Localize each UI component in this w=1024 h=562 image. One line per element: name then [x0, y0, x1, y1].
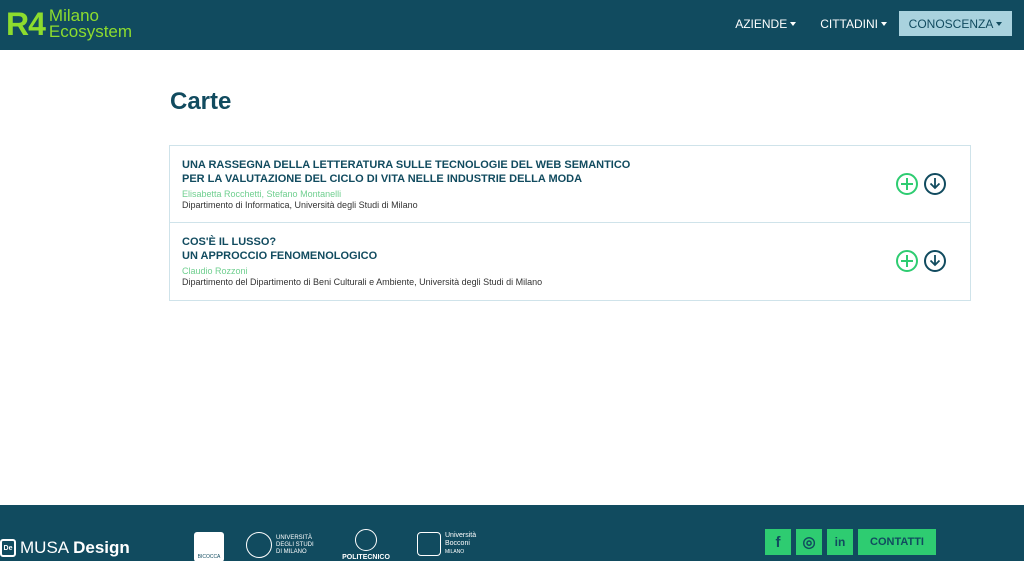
logo-wordmark: Milano Ecosystem	[48, 7, 133, 41]
paper-title[interactable]: UNA RASSEGNA DELLA LETTERATURA SULLE TEC…	[182, 158, 630, 186]
papers-list: UNA RASSEGNA DELLA LETTERATURA SULLE TEC…	[169, 145, 971, 301]
top-header: R4 Milano Ecosystem AZIENDE CITTADINI CO…	[0, 0, 1024, 50]
polimi-logo[interactable]: POLITECNICO	[341, 529, 391, 561]
linkedin-glyph: in	[834, 535, 846, 549]
site-logo[interactable]: R4 Milano Ecosystem	[6, 4, 132, 44]
facebook-glyph: f	[775, 533, 781, 551]
unimi-line-1: UNIVERSITÀ	[276, 534, 313, 541]
bocconi-line-3: MILANO	[445, 549, 465, 555]
instagram-glyph: ◎	[802, 534, 816, 551]
bocconi-text: Università Bocconi MILANO	[445, 532, 476, 556]
caret-down-icon	[881, 21, 887, 26]
paper-department: Dipartimento di Informatica, Università …	[182, 200, 418, 210]
unimi-text: UNIVERSITÀ DEGLI STUDI DI MILANO	[276, 535, 314, 556]
paper-authors: Claudio Rozzoni	[182, 266, 248, 276]
plus-circle-icon[interactable]	[896, 173, 918, 195]
facebook-icon[interactable]: f	[765, 529, 791, 555]
nav-item-cittadini[interactable]: CITTADINI	[808, 11, 899, 36]
musa-badge: De	[0, 539, 16, 557]
paper-card: COS'È IL LUSSO? UN APPROCCIO FENOMENOLOG…	[170, 223, 970, 300]
paper-title-line-2: UN APPROCCIO FENOMENOLOGICO	[182, 250, 378, 262]
bocconi-line-1: Università	[445, 532, 477, 539]
nav-label: CONOSCENZA	[908, 16, 994, 31]
download-circle-icon[interactable]	[924, 250, 946, 272]
polimi-label: POLITECNICO	[342, 554, 390, 561]
paper-title-line-2: PER LA VALUTAZIONE DEL CICLO DI VITA NEL…	[182, 173, 583, 185]
bicocca-badge: BICOCCA	[194, 532, 224, 562]
paper-actions	[896, 250, 946, 272]
paper-authors: Elisabetta Rocchetti, Stefano Montanelli	[182, 189, 342, 199]
main-nav: AZIENDE CITTADINI CONOSCENZA	[723, 11, 1012, 36]
unimi-line-2: DEGLI STUDI	[276, 541, 314, 548]
unimi-line-3: DI MILANO	[276, 548, 307, 555]
contact-button[interactable]: CONTATTI	[858, 529, 936, 555]
bocconi-logo[interactable]: Università Bocconi MILANO	[417, 532, 476, 556]
bocconi-line-2: Bocconi	[445, 540, 470, 547]
bicocca-logo[interactable]: BICOCCA	[194, 532, 224, 562]
plus-circle-icon[interactable]	[896, 250, 918, 272]
nav-item-aziende[interactable]: AZIENDE	[723, 11, 808, 36]
nav-item-conoscenza[interactable]: CONOSCENZA	[899, 11, 1012, 36]
musa-logo[interactable]: De MUSA Design	[0, 538, 130, 558]
unimi-seal-icon	[246, 532, 272, 558]
paper-title-line-1: UNA RASSEGNA DELLA LETTERATURA SULLE TEC…	[182, 159, 631, 171]
paper-title-line-1: COS'È IL LUSSO?	[182, 236, 277, 248]
linkedin-icon[interactable]: in	[827, 529, 853, 555]
polimi-seal-icon	[355, 529, 377, 551]
paper-department: Dipartimento del Dipartimento di Beni Cu…	[182, 277, 543, 287]
paper-title[interactable]: COS'È IL LUSSO? UN APPROCCIO FENOMENOLOG…	[182, 235, 377, 263]
musa-name: MUSA	[20, 538, 70, 557]
site-footer: De MUSA Design BICOCCA UNIVERSITÀ DEGLI …	[0, 505, 1024, 562]
paper-card: UNA RASSEGNA DELLA LETTERATURA SULLE TEC…	[170, 146, 970, 223]
unimi-logo[interactable]: UNIVERSITÀ DEGLI STUDI DI MILANO	[246, 532, 314, 558]
musa-suffix: Design	[73, 538, 130, 557]
download-circle-icon[interactable]	[924, 173, 946, 195]
nav-label: CITTADINI	[820, 16, 878, 31]
logo-mark: R4	[6, 6, 46, 42]
nav-label: AZIENDE	[735, 16, 788, 31]
bicocca-label: BICOCCA	[197, 554, 221, 560]
page-title: Carte	[170, 88, 232, 115]
logo-line-2: Ecosystem	[48, 22, 133, 41]
caret-down-icon	[996, 21, 1003, 26]
caret-down-icon	[790, 21, 797, 26]
instagram-icon[interactable]: ◎	[796, 529, 822, 555]
paper-actions	[896, 173, 946, 195]
bocconi-seal-icon	[417, 532, 441, 556]
